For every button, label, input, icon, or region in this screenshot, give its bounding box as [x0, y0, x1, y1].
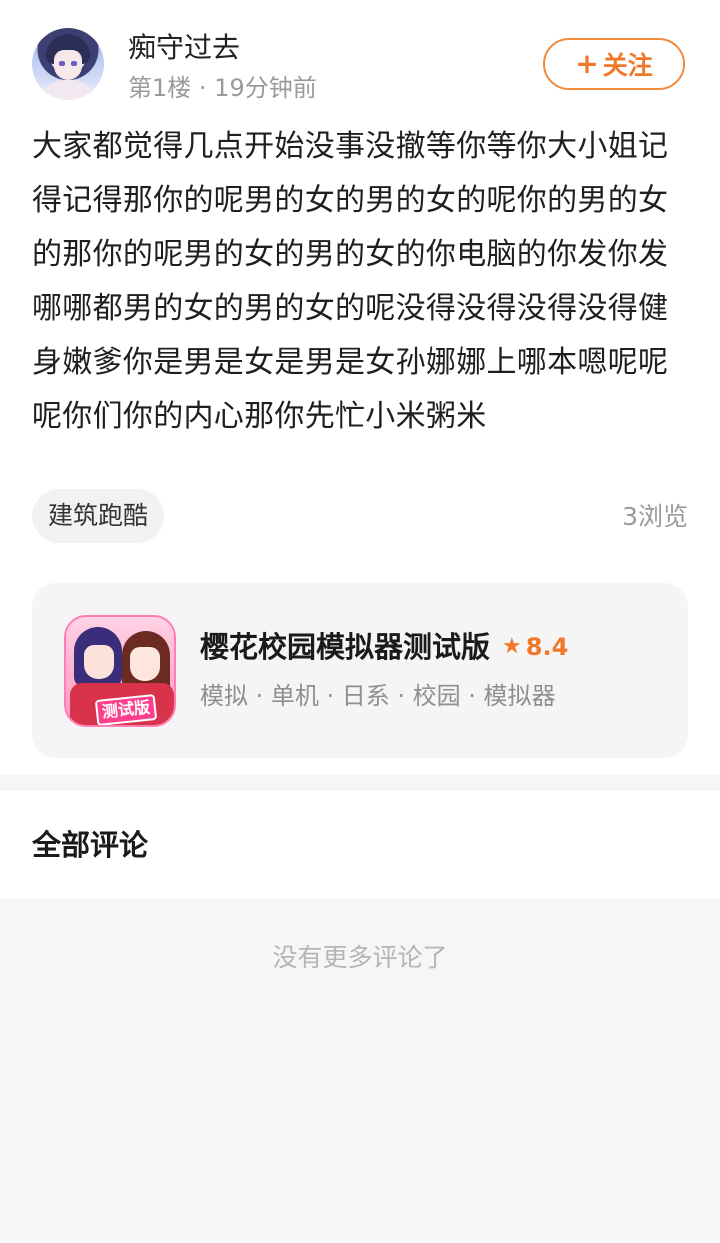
- post-detail-page: 痴守过去 第1楼 · 19分钟前 + 关注 大家都觉得几点开始没事没撤等你等你大…: [0, 0, 720, 1243]
- view-count: 3浏览: [622, 502, 688, 531]
- author-name[interactable]: 痴守过去: [128, 30, 240, 66]
- game-rating-value: 8.4: [525, 633, 569, 661]
- meta-separator: ·: [191, 74, 215, 102]
- game-icon[interactable]: 测试版: [64, 615, 176, 727]
- comments-title: 全部评论: [32, 828, 149, 862]
- follow-button[interactable]: + 关注: [543, 38, 685, 90]
- game-card[interactable]: 测试版 樱花校园模拟器测试版 ★ 8.4 模拟 · 单机 · 日系 · 校园 ·…: [32, 583, 688, 758]
- author-avatar[interactable]: [32, 28, 104, 100]
- plus-icon: +: [575, 47, 599, 80]
- follow-label: 关注: [602, 51, 653, 80]
- post-meta: 第1楼 · 19分钟前: [128, 72, 317, 104]
- game-tags: 模拟 · 单机 · 日系 · 校园 · 模拟器: [200, 682, 556, 710]
- star-icon: ★: [502, 634, 522, 659]
- floor-label: 第1楼: [128, 74, 192, 102]
- game-rating: ★ 8.4: [502, 627, 568, 667]
- game-title-row: 樱花校园模拟器测试版 ★ 8.4: [200, 627, 568, 667]
- comments-header: 全部评论: [0, 791, 720, 898]
- no-more-comments: 没有更多评论了: [272, 943, 448, 972]
- game-title: 樱花校园模拟器测试版: [200, 630, 491, 664]
- post-card: 痴守过去 第1楼 · 19分钟前 + 关注 大家都觉得几点开始没事没撤等你等你大…: [0, 0, 720, 775]
- post-time: 19分钟前: [214, 74, 317, 102]
- post-content: 大家都觉得几点开始没事没撤等你等你大小姐记得记得那你的呢男的女的男的女的呢你的男…: [32, 129, 669, 434]
- topic-tag[interactable]: 建筑跑酷: [32, 489, 165, 543]
